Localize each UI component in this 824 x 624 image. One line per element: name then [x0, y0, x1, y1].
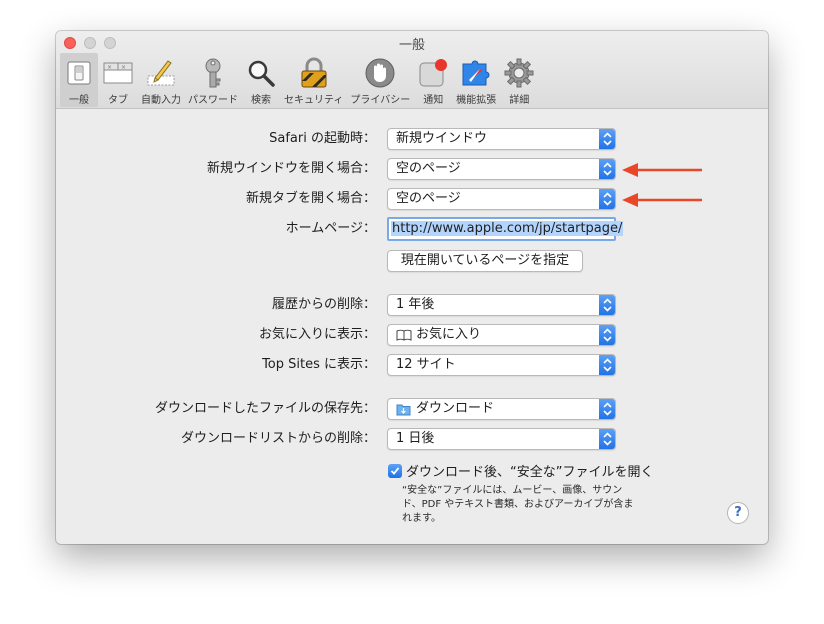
new-window-value: 空のページ	[396, 161, 461, 176]
annotation-arrow-icon	[622, 193, 702, 207]
favorites-value: お気に入り	[416, 327, 482, 342]
safe-files-description-line: ド、PDF やテキスト書類、およびアーカイブが含ま	[402, 499, 634, 510]
annotation-arrow-icon	[622, 163, 702, 177]
history-value: 1 年後	[396, 297, 435, 312]
window-title: 一般	[398, 38, 425, 53]
tab-security[interactable]: セキュリティ	[281, 53, 346, 107]
book-icon	[396, 329, 412, 341]
new-tab-label: 新規タブを開く場合：	[245, 191, 376, 206]
tab-privacy-label: プライバシー	[350, 95, 411, 106]
tab-notifications[interactable]: 通知	[414, 53, 452, 107]
tab-advanced[interactable]: 詳細	[500, 53, 538, 107]
notification-icon	[417, 57, 449, 89]
chevron-updown-icon	[599, 355, 615, 375]
padlock-icon	[298, 57, 330, 89]
tab-autofill-label: 自動入力	[141, 95, 181, 106]
tab-advanced-label: 詳細	[509, 95, 530, 106]
new-window-label: 新規ウインドウを開く場合：	[206, 161, 376, 176]
topsites-label: Top Sites に表示：	[262, 357, 376, 372]
key-icon	[197, 57, 229, 89]
favorites-label: お気に入りに表示：	[258, 327, 376, 342]
launch-label: Safari の起動時：	[269, 131, 376, 146]
downloads-folder-icon	[396, 403, 411, 416]
new-window-popup[interactable]: 空のページ	[387, 158, 616, 180]
chevron-updown-icon	[599, 325, 615, 345]
tab-extensions[interactable]: 機能拡張	[453, 53, 499, 107]
new-tab-value: 空のページ	[396, 191, 461, 206]
safe-files-description-line: “安全な”ファイルには、ムービー、画像、サウン	[402, 485, 623, 496]
tab-passwords[interactable]: パスワード	[185, 53, 241, 107]
tab-security-label: セキュリティ	[284, 95, 344, 106]
hand-icon	[364, 57, 396, 89]
safe-files-description: “安全な”ファイルには、ムービー、画像、サウン ド、PDF やテキスト書類、およ…	[402, 484, 672, 526]
tab-search[interactable]: 検索	[242, 53, 280, 107]
chevron-updown-icon	[599, 429, 615, 449]
tab-passwords-label: パスワード	[188, 95, 238, 106]
homepage-label: ホームページ：	[285, 221, 376, 236]
topsites-popup[interactable]: 12 サイト	[387, 354, 616, 376]
history-popup[interactable]: 1 年後	[387, 294, 616, 316]
safe-files-label[interactable]: ダウンロード後、“安全な”ファイルを開く	[406, 461, 653, 480]
favorites-popup[interactable]: お気に入り	[387, 324, 616, 346]
tab-general-label: 一般	[69, 95, 89, 106]
launch-popup[interactable]: 新規ウインドウ	[387, 128, 616, 150]
launch-value: 新規ウインドウ	[396, 131, 488, 146]
safe-files-checkbox[interactable]	[388, 464, 402, 478]
preferences-window: 一般 一般 × × タブ 自動入力 パスワード 検索 セキュリティ プライバシー…	[56, 31, 768, 544]
chevron-updown-icon	[599, 159, 615, 179]
puzzle-icon	[460, 57, 492, 89]
help-button[interactable]: ?	[727, 502, 749, 524]
gear-icon	[503, 57, 535, 89]
chevron-updown-icon	[599, 399, 615, 419]
download-location-value: ダウンロード	[416, 401, 495, 416]
tab-notifications-label: 通知	[423, 95, 444, 106]
download-remove-label: ダウンロードリストからの削除：	[180, 431, 376, 446]
chevron-updown-icon	[599, 189, 615, 209]
tab-tabs-label: タブ	[108, 95, 128, 106]
pencil-icon	[145, 57, 177, 89]
chevron-updown-icon	[599, 129, 615, 149]
titlebar: 一般 一般 × × タブ 自動入力 パスワード 検索 セキュリティ プライバシー…	[56, 31, 768, 109]
tab-autofill[interactable]: 自動入力	[138, 53, 184, 107]
topsites-value: 12 サイト	[396, 357, 456, 372]
set-current-page-button[interactable]: 現在開いているページを指定	[387, 250, 583, 272]
tab-search-label: 検索	[251, 95, 271, 106]
tab-privacy[interactable]: プライバシー	[347, 53, 413, 107]
homepage-value: http://www.apple.com/jp/startpage/	[391, 221, 624, 236]
general-switch-icon	[63, 57, 95, 89]
history-label: 履歴からの削除：	[271, 297, 376, 312]
tab-general[interactable]: 一般	[60, 53, 98, 107]
preferences-toolbar: 一般 × × タブ 自動入力 パスワード 検索 セキュリティ プライバシー 通知…	[60, 53, 539, 107]
download-remove-value: 1 日後	[396, 431, 435, 446]
tab-tabs[interactable]: × × タブ	[99, 53, 137, 107]
download-remove-popup[interactable]: 1 日後	[387, 428, 616, 450]
checkmark-icon	[390, 467, 400, 475]
svg-text:×: ×	[121, 64, 126, 71]
homepage-field[interactable]: http://www.apple.com/jp/startpage/	[387, 217, 624, 241]
new-tab-popup[interactable]: 空のページ	[387, 188, 616, 210]
download-location-label: ダウンロードしたファイルの保存先：	[154, 401, 376, 416]
svg-text:×: ×	[107, 64, 112, 71]
download-location-popup[interactable]: ダウンロード	[387, 398, 616, 420]
magnifier-icon	[245, 57, 277, 89]
tabs-icon: × ×	[102, 57, 134, 89]
chevron-updown-icon	[599, 295, 615, 315]
tab-extensions-label: 機能拡張	[456, 95, 497, 106]
safe-files-description-line: れます。	[402, 513, 441, 524]
